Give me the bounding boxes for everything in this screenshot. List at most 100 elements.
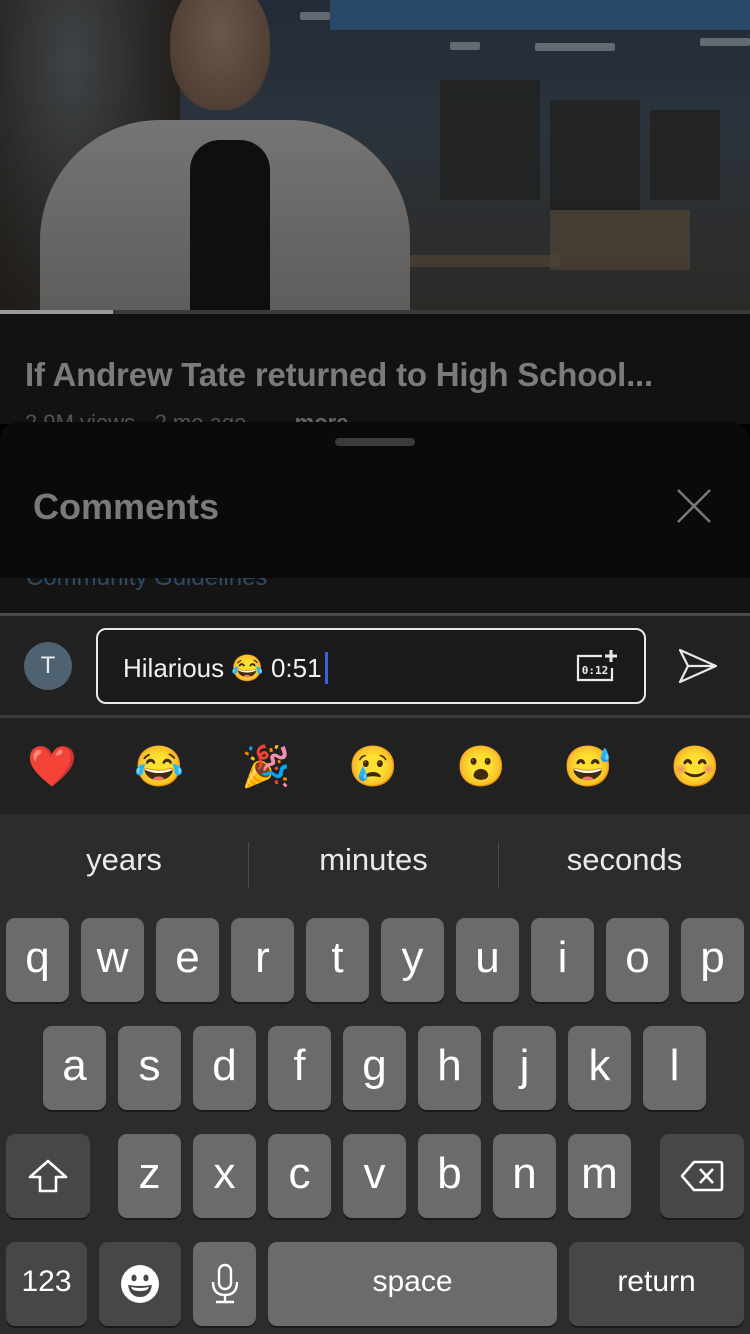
comments-heading: Comments xyxy=(33,486,220,527)
dictation-key[interactable] xyxy=(193,1242,256,1326)
key-k[interactable]: k xyxy=(568,1026,631,1110)
key-label: i xyxy=(557,933,568,982)
comment-input[interactable]: Hilarious 😂 0:51 0:12 xyxy=(96,628,646,704)
video-dim-overlay xyxy=(0,0,750,312)
suggestion-years[interactable]: years xyxy=(0,842,248,888)
space-key-label: space xyxy=(372,1265,453,1298)
key-label: q xyxy=(25,933,50,982)
key-label: v xyxy=(363,1149,386,1198)
key-label: x xyxy=(213,1149,236,1198)
return-key-label: return xyxy=(617,1265,696,1298)
return-key[interactable]: return xyxy=(569,1242,744,1326)
key-label: d xyxy=(212,1041,237,1090)
numbers-key[interactable]: 123 xyxy=(6,1242,87,1326)
key-s[interactable]: s xyxy=(118,1026,181,1110)
shift-key[interactable] xyxy=(6,1134,90,1218)
emoji-red-heart[interactable]: ❤️ xyxy=(24,742,80,792)
key-label: h xyxy=(437,1041,462,1090)
emoji-keyboard-key[interactable] xyxy=(99,1242,181,1326)
key-label: y xyxy=(401,933,424,982)
key-v[interactable]: v xyxy=(343,1134,406,1218)
key-b[interactable]: b xyxy=(418,1134,481,1218)
key-y[interactable]: y xyxy=(381,918,444,1002)
suggestion-bar: years minutes seconds xyxy=(0,814,750,914)
key-l[interactable]: l xyxy=(643,1026,706,1110)
key-label: t xyxy=(331,933,344,982)
key-label: c xyxy=(288,1149,311,1198)
key-p[interactable]: p xyxy=(681,918,744,1002)
emoji-crying-face[interactable]: 😢 xyxy=(345,742,401,792)
key-label: r xyxy=(255,933,270,982)
add-timestamp-button[interactable]: 0:12 xyxy=(576,650,620,684)
emoji-tears-of-joy[interactable]: 😂 xyxy=(131,742,187,792)
key-n[interactable]: n xyxy=(493,1134,556,1218)
comment-input-value: Hilarious 😂 0:51 xyxy=(123,652,328,684)
guidelines-row: Community Guidelines xyxy=(0,578,750,614)
key-t[interactable]: t xyxy=(306,918,369,1002)
key-x[interactable]: x xyxy=(193,1134,256,1218)
close-icon xyxy=(677,489,711,523)
key-o[interactable]: o xyxy=(606,918,669,1002)
microphone-icon xyxy=(211,1263,238,1304)
key-label: e xyxy=(175,933,200,982)
emoji-surprised-face[interactable]: 😮 xyxy=(453,742,509,792)
avatar: T xyxy=(24,642,72,690)
comment-composer: T Hilarious 😂 0:51 0:12 xyxy=(0,616,750,716)
key-label: u xyxy=(475,933,500,982)
key-label: l xyxy=(669,1041,680,1090)
emoji-face-icon xyxy=(121,1265,159,1303)
numbers-key-label: 123 xyxy=(21,1265,72,1298)
key-label: g xyxy=(362,1041,387,1090)
send-button[interactable] xyxy=(676,646,720,686)
key-u[interactable]: u xyxy=(456,918,519,1002)
keyboard: years minutes seconds qwe r t y u i o p a s d f g h j… xyxy=(0,814,750,1334)
key-label: w xyxy=(96,933,129,982)
community-guidelines-link[interactable]: Community Guidelines xyxy=(26,578,267,592)
key-label: f xyxy=(293,1041,306,1090)
sheet-drag-handle[interactable] xyxy=(335,438,415,446)
key-d[interactable]: d xyxy=(193,1026,256,1110)
comment-text: Hilarious 😂 0:51 xyxy=(123,652,322,683)
timestamp-add-icon: 0:12 xyxy=(576,650,617,682)
key-e[interactable]: e xyxy=(156,918,219,1002)
key-a[interactable]: a xyxy=(43,1026,106,1110)
key-q[interactable]: q xyxy=(6,918,69,1002)
comments-sheet: Comments xyxy=(0,422,750,580)
emoji-sweat-smile[interactable]: 😅 xyxy=(560,742,616,792)
key-r[interactable]: r xyxy=(231,918,294,1002)
suggestion-seconds[interactable]: seconds xyxy=(499,842,750,888)
backspace-icon xyxy=(680,1160,724,1192)
key-h[interactable]: h xyxy=(418,1026,481,1110)
space-key[interactable]: space xyxy=(268,1242,557,1326)
key-label: b xyxy=(437,1149,462,1198)
quick-emoji-bar: ❤️ 😂 🎉 😢 😮 😅 😊 xyxy=(0,718,750,814)
key-label: s xyxy=(138,1041,161,1090)
key-label: k xyxy=(588,1041,611,1090)
shift-icon xyxy=(28,1159,68,1193)
key-i[interactable]: i xyxy=(531,918,594,1002)
video-title[interactable]: If Andrew Tate returned to High School..… xyxy=(25,356,653,394)
key-m[interactable]: m xyxy=(568,1134,631,1218)
key-label: a xyxy=(62,1041,87,1090)
key-label: n xyxy=(512,1149,537,1198)
key-label: m xyxy=(581,1149,618,1198)
text-caret xyxy=(324,652,328,684)
emoji-smiling-face[interactable]: 😊 xyxy=(667,742,723,792)
key-w[interactable]: w xyxy=(81,918,144,1002)
key-j[interactable]: j xyxy=(493,1026,556,1110)
svg-text:0:12: 0:12 xyxy=(582,664,609,677)
video-info: If Andrew Tate returned to High School..… xyxy=(0,314,750,435)
emoji-party-popper[interactable]: 🎉 xyxy=(238,742,294,792)
key-label: j xyxy=(519,1041,530,1090)
close-button[interactable] xyxy=(672,484,716,528)
delete-key[interactable] xyxy=(660,1134,744,1218)
key-f[interactable]: f xyxy=(268,1026,331,1110)
key-g[interactable]: g xyxy=(343,1026,406,1110)
key-label: z xyxy=(138,1149,161,1198)
key-z[interactable]: z xyxy=(118,1134,181,1218)
send-icon xyxy=(678,648,718,684)
key-label: o xyxy=(625,933,650,982)
key-c[interactable]: c xyxy=(268,1134,331,1218)
suggestion-minutes[interactable]: minutes xyxy=(249,842,498,888)
video-player[interactable] xyxy=(0,0,750,312)
